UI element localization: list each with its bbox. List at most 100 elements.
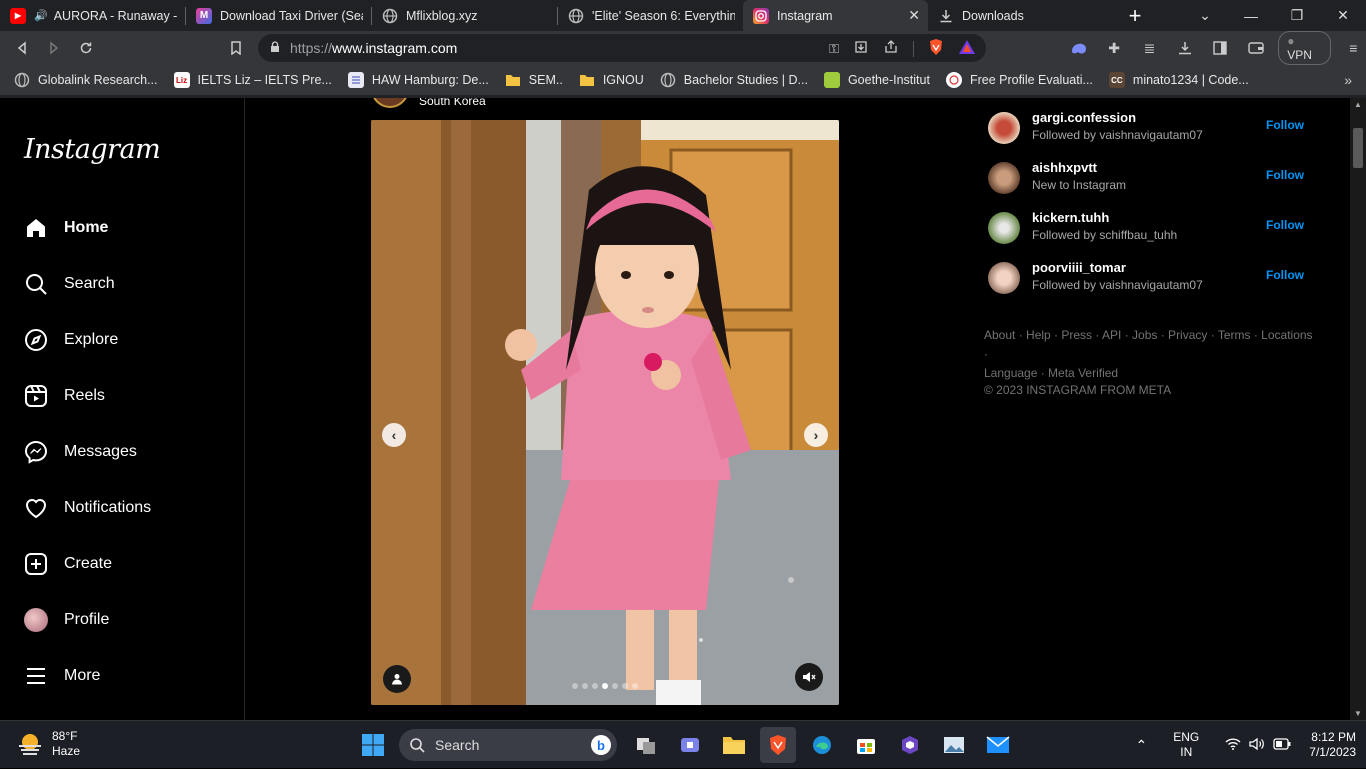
footer-links-line[interactable]: About · Help · Press · API · Jobs · Priv…: [984, 326, 1314, 364]
follow-button[interactable]: Follow: [1266, 118, 1304, 132]
minimize-icon[interactable]: —: [1228, 0, 1274, 31]
wallet-icon[interactable]: [1243, 35, 1268, 61]
post-author-avatar[interactable]: [371, 98, 409, 108]
scrollbar-thumb[interactable]: [1353, 128, 1363, 168]
file-explorer-icon[interactable]: [716, 727, 752, 763]
nav-create[interactable]: Create: [24, 550, 112, 578]
follow-button[interactable]: Follow: [1266, 218, 1304, 232]
close-window-icon[interactable]: ✕: [1320, 0, 1366, 31]
bookmark-folder[interactable]: SEM..: [505, 72, 563, 88]
brave-shields-icon[interactable]: [928, 38, 944, 59]
back-icon[interactable]: [6, 33, 38, 63]
follow-button[interactable]: Follow: [1266, 268, 1304, 282]
edge-browser-icon[interactable]: [804, 727, 840, 763]
sidebar-toggle-icon[interactable]: [1208, 35, 1233, 61]
bookmark-item[interactable]: CC minato1234 | Code...: [1108, 72, 1249, 88]
address-bar[interactable]: https://www.instagram.com ⚿: [258, 34, 986, 62]
install-icon[interactable]: [853, 40, 869, 57]
clock-time: 8:12 PM: [1311, 730, 1356, 744]
mute-icon: [803, 672, 816, 682]
tab-downloads[interactable]: Downloads: [928, 0, 1113, 31]
nav-messages[interactable]: Messages: [24, 438, 137, 466]
bing-icon[interactable]: b: [591, 735, 611, 755]
browser-menu-icon[interactable]: ≡: [1341, 35, 1366, 61]
tab-taxi-driver[interactable]: M Download Taxi Driver (Seaso: [186, 0, 371, 31]
bookmark-item[interactable]: Free Profile Evaluati...: [945, 72, 1093, 88]
microsoft-store-icon[interactable]: [848, 727, 884, 763]
follow-button[interactable]: Follow: [1266, 168, 1304, 182]
playlist-icon[interactable]: ≣: [1137, 35, 1162, 61]
tab-youtube[interactable]: ▶ 🔊 AURORA - Runaway - Yo: [0, 0, 185, 31]
suggestion-username[interactable]: gargi.confession: [1032, 110, 1136, 125]
extensions-puzzle-icon[interactable]: ✚: [1101, 35, 1126, 61]
bookmark-item[interactable]: Goethe-Institut: [823, 72, 930, 88]
tab-elite[interactable]: 'Elite' Season 6: Everything: [558, 0, 743, 31]
photos-icon[interactable]: [936, 727, 972, 763]
footer-links-line[interactable]: Language · Meta Verified: [984, 364, 1314, 383]
post-location[interactable]: South Korea: [419, 98, 486, 108]
bookmark-icon[interactable]: [220, 33, 252, 63]
nav-explore[interactable]: Explore: [24, 326, 118, 354]
nav-home[interactable]: Home: [24, 214, 108, 242]
bookmark-folder[interactable]: IGNOU: [579, 72, 644, 88]
close-tab-icon[interactable]: ✕: [908, 7, 920, 24]
nav-reels[interactable]: Reels: [24, 382, 105, 410]
share-icon[interactable]: [883, 40, 899, 57]
suggestion-row: poorviiii_tomar Followed by vaishnavigau…: [988, 260, 1318, 296]
scroll-up-icon[interactable]: ▲: [1350, 100, 1366, 109]
carousel-prev-button[interactable]: ‹: [382, 423, 406, 447]
tab-search-chevron-icon[interactable]: ⌄: [1182, 0, 1228, 31]
reload-icon[interactable]: [70, 33, 102, 63]
task-view-icon[interactable]: [628, 727, 664, 763]
wifi-icon[interactable]: [1225, 737, 1241, 754]
clock-date: 7/1/2023: [1309, 745, 1356, 759]
vpn-button[interactable]: ● VPN: [1278, 31, 1331, 65]
volume-icon[interactable]: [1249, 737, 1265, 754]
suggestion-avatar[interactable]: [988, 112, 1020, 144]
nav-profile[interactable]: Profile: [24, 606, 109, 634]
scroll-down-icon[interactable]: ▼: [1350, 709, 1366, 718]
bookmark-item[interactable]: Liz IELTS Liz – IELTS Pre...: [173, 72, 332, 88]
suggestion-username[interactable]: aishhxpvtt: [1032, 160, 1097, 175]
visual-studio-icon[interactable]: [892, 727, 928, 763]
post-image[interactable]: ‹ ›: [371, 120, 839, 705]
forward-icon[interactable]: [38, 33, 70, 63]
bookmark-item[interactable]: HAW Hamburg: De...: [347, 72, 489, 88]
tab-mflixblog[interactable]: Mflixblog.xyz: [372, 0, 557, 31]
carousel-dot: [582, 683, 588, 689]
vpn-label: VPN: [1287, 48, 1312, 62]
mail-icon[interactable]: [980, 727, 1016, 763]
bookmarks-overflow-icon[interactable]: »: [1344, 72, 1352, 88]
key-icon[interactable]: ⚿: [829, 41, 839, 57]
new-tab-button[interactable]: +: [1115, 0, 1155, 31]
suggestion-row: gargi.confession Followed by vaishnaviga…: [988, 110, 1318, 146]
start-button[interactable]: [361, 733, 385, 762]
speaker-icon[interactable]: 🔊: [34, 9, 48, 22]
suggestion-username[interactable]: kickern.tuhh: [1032, 210, 1109, 225]
clock[interactable]: 8:12 PM 7/1/2023: [1309, 730, 1356, 760]
brave-rewards-icon[interactable]: [958, 39, 976, 58]
tray-overflow-chevron-icon[interactable]: ⌃: [1136, 737, 1148, 754]
suggestion-avatar[interactable]: [988, 262, 1020, 294]
suggestion-avatar[interactable]: [988, 162, 1020, 194]
tab-instagram[interactable]: Instagram ✕: [743, 0, 928, 31]
taskbar-search[interactable]: Search b: [399, 729, 617, 761]
brave-browser-icon[interactable]: [760, 727, 796, 763]
bookmark-item[interactable]: Globalink Research...: [14, 72, 158, 88]
weather-widget[interactable]: 88°F Haze: [16, 729, 80, 759]
page-scrollbar[interactable]: ▲ ▼: [1350, 98, 1366, 720]
battery-icon[interactable]: [1273, 737, 1291, 753]
nav-more[interactable]: More: [24, 662, 100, 690]
language-indicator[interactable]: ENG IN: [1173, 730, 1199, 760]
nav-search[interactable]: Search: [24, 270, 115, 298]
teams-chat-icon[interactable]: [672, 727, 708, 763]
instagram-logo[interactable]: Instagram: [24, 134, 161, 165]
downloads-icon[interactable]: [1172, 35, 1197, 61]
suggestion-avatar[interactable]: [988, 212, 1020, 244]
restore-icon[interactable]: ❐: [1274, 0, 1320, 31]
nav-notifications[interactable]: Notifications: [24, 494, 151, 522]
suggestion-username[interactable]: poorviiii_tomar: [1032, 260, 1126, 275]
bookmark-item[interactable]: Bachelor Studies | D...: [660, 72, 808, 88]
carousel-next-button[interactable]: ›: [804, 423, 828, 447]
leo-ai-icon[interactable]: [1066, 35, 1091, 61]
